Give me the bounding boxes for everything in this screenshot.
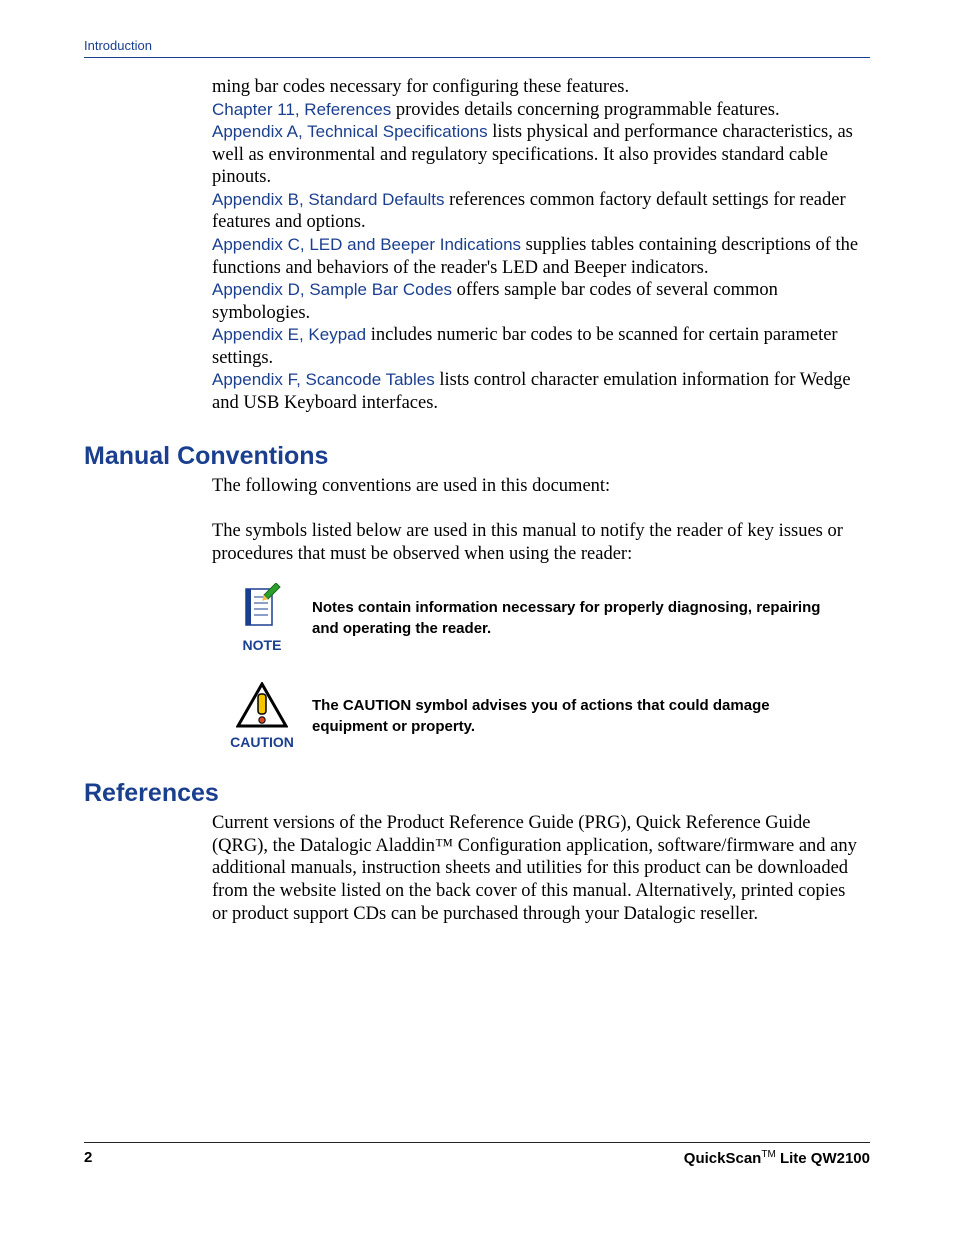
entry-5: Appendix E, Keypad includes numeric bar … bbox=[212, 324, 864, 369]
trademark-symbol: TM bbox=[761, 1149, 775, 1160]
conventions-body: The following conventions are used in th… bbox=[212, 475, 864, 751]
page-number: 2 bbox=[84, 1149, 92, 1167]
note-row: NOTE Notes contain information necessary… bbox=[212, 583, 864, 654]
note-symbol-cell: NOTE bbox=[212, 583, 312, 654]
entry-1: Appendix A, Technical Specifications lis… bbox=[212, 121, 864, 189]
entry-4: Appendix D, Sample Bar Codes offers samp… bbox=[212, 279, 864, 324]
footer-rule bbox=[84, 1142, 870, 1143]
entry-3: Appendix C, LED and Beeper Indications s… bbox=[212, 234, 864, 279]
references-body: Current versions of the Product Referenc… bbox=[212, 812, 864, 925]
conventions-p1: The following conventions are used in th… bbox=[212, 475, 864, 498]
product-brand: QuickScan bbox=[684, 1150, 762, 1167]
heading-manual-conventions: Manual Conventions bbox=[84, 442, 870, 471]
product-model: Lite QW2100 bbox=[776, 1150, 870, 1167]
caution-label: CAUTION bbox=[230, 734, 294, 750]
link-chapter-11[interactable]: Chapter 11, References bbox=[212, 100, 391, 119]
link-appendix-e[interactable]: Appendix E, Keypad bbox=[212, 325, 366, 344]
header-rule bbox=[84, 57, 870, 58]
link-appendix-c[interactable]: Appendix C, LED and Beeper Indications bbox=[212, 235, 521, 254]
entry-0: Chapter 11, References provides details … bbox=[212, 99, 864, 122]
caution-icon bbox=[236, 682, 288, 728]
entry-0-text: provides details concerning programmable… bbox=[391, 100, 779, 120]
intro-fragment: ming bar codes necessary for configuring… bbox=[212, 76, 864, 99]
note-text: Notes contain information necessary for … bbox=[312, 598, 864, 639]
conventions-p2: The symbols listed below are used in thi… bbox=[212, 520, 864, 565]
note-label: NOTE bbox=[243, 637, 282, 653]
link-appendix-b[interactable]: Appendix B, Standard Defaults bbox=[212, 190, 444, 209]
product-name: QuickScanTM Lite QW2100 bbox=[684, 1149, 870, 1167]
link-appendix-d[interactable]: Appendix D, Sample Bar Codes bbox=[212, 280, 452, 299]
link-appendix-f[interactable]: Appendix F, Scancode Tables bbox=[212, 370, 435, 389]
references-p: Current versions of the Product Referenc… bbox=[212, 812, 864, 925]
caution-row: CAUTION The CAUTION symbol advises you o… bbox=[212, 682, 864, 751]
page-footer: 2 QuickScanTM Lite QW2100 bbox=[84, 1142, 870, 1167]
note-icon bbox=[240, 583, 284, 631]
entry-2: Appendix B, Standard Defaults references… bbox=[212, 189, 864, 234]
caution-symbol-cell: CAUTION bbox=[212, 682, 312, 751]
callout-table: NOTE Notes contain information necessary… bbox=[212, 583, 864, 751]
heading-references: References bbox=[84, 779, 870, 808]
running-header: Introduction bbox=[84, 38, 870, 53]
entry-6: Appendix F, Scancode Tables lists contro… bbox=[212, 369, 864, 414]
body-content: ming bar codes necessary for configuring… bbox=[212, 76, 864, 414]
caution-text: The CAUTION symbol advises you of action… bbox=[312, 696, 864, 737]
link-appendix-a[interactable]: Appendix A, Technical Specifications bbox=[212, 122, 488, 141]
